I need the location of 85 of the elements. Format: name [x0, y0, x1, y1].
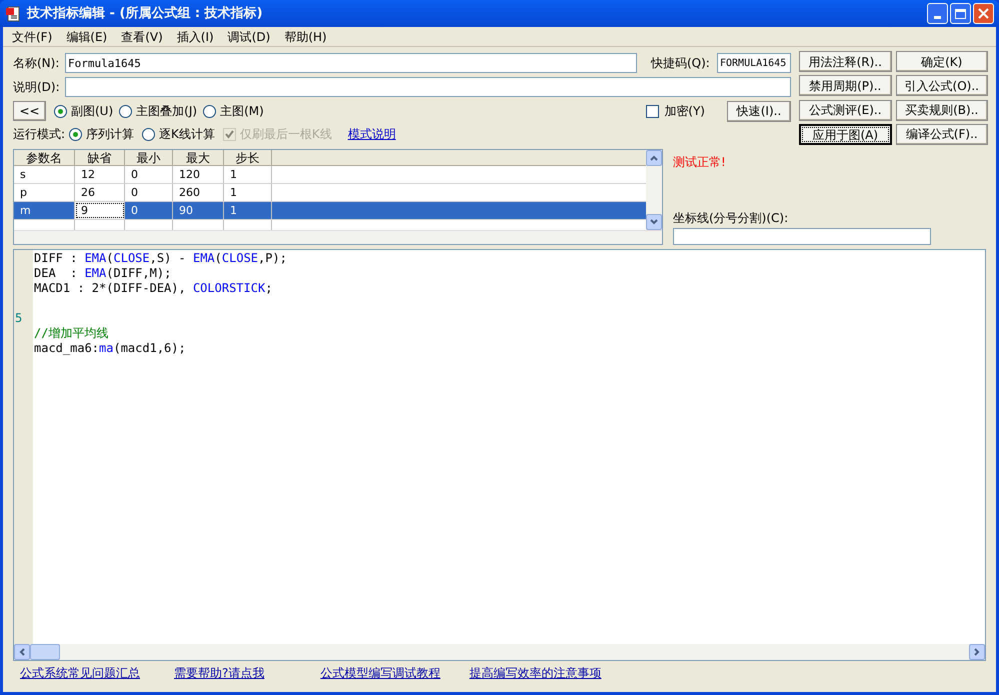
code-line: MACD1 : 2*(DIFF-DEA), COLORSTICK;: [34, 281, 274, 296]
collapse-button[interactable]: <<: [13, 101, 46, 121]
table-cell: 12: [75, 166, 125, 183]
radio-button[interactable]: [54, 104, 67, 118]
table-cell: 260: [173, 184, 224, 201]
table-cell: 1: [224, 202, 272, 219]
code-line: DEA : EMA(DIFF,M);: [34, 266, 172, 281]
table-cell: 120: [173, 166, 224, 183]
radio-label: 序列计算: [86, 126, 134, 143]
help-link[interactable]: 需要帮助?请点我: [174, 664, 264, 682]
close-button[interactable]: [973, 3, 994, 24]
table-cell: p: [14, 184, 75, 201]
table-cell: s: [14, 166, 75, 183]
radio-button[interactable]: [203, 104, 216, 118]
table-cell: 90: [173, 202, 224, 219]
radio-label: 副图(U): [71, 103, 114, 120]
status-message: 测试正常!: [673, 154, 727, 171]
table-cell: 0: [125, 184, 173, 201]
axis-label: 坐标线(分号分割)(C):: [673, 210, 790, 227]
description-label: 说明(D):: [13, 79, 61, 96]
action-button[interactable]: 确定(K): [896, 51, 988, 72]
scroll-thumb[interactable]: [30, 644, 60, 660]
checkbox-label: 仅刷最后一根K线: [240, 126, 332, 143]
help-link[interactable]: 提高编写效率的注意事项: [469, 664, 602, 682]
horizontal-scrollbar[interactable]: [14, 230, 662, 244]
action-button[interactable]: 用法注释(R)..: [799, 51, 892, 72]
menu-item[interactable]: 文件(F): [5, 28, 60, 46]
run-mode-label: 运行模式:: [13, 126, 66, 143]
table-cell: 9: [75, 202, 125, 219]
help-link[interactable]: 公式模型编写调试教程: [320, 664, 440, 682]
action-button[interactable]: 公式测评(E)..: [799, 100, 892, 120]
table-cell: 0: [125, 202, 173, 219]
radio-button[interactable]: [142, 128, 156, 140]
column-header[interactable]: 参数名: [14, 150, 75, 165]
horizontal-scrollbar[interactable]: [14, 644, 985, 660]
menu-item[interactable]: 插入(I): [170, 28, 221, 46]
menu-item[interactable]: 调试(D): [220, 28, 278, 46]
name-label: 名称(N):: [13, 55, 60, 72]
encrypt-checkbox[interactable]: [646, 104, 660, 118]
column-header[interactable]: 最小: [125, 150, 173, 165]
mode-help-link[interactable]: 模式说明: [348, 125, 396, 143]
axis-input[interactable]: [673, 228, 931, 245]
maximize-button[interactable]: [950, 3, 971, 24]
scroll-right-button[interactable]: [969, 644, 985, 660]
table-cell: 26: [75, 184, 125, 201]
menu-item[interactable]: 查看(V): [114, 28, 170, 46]
shortcut-input[interactable]: FORMULA1645: [717, 53, 791, 73]
menu-item[interactable]: 帮助(H): [277, 28, 334, 46]
name-input[interactable]: Formula1645: [65, 53, 637, 73]
code-line: //增加平均线: [34, 326, 110, 341]
encrypt-label: 加密(Y): [664, 103, 705, 120]
action-button[interactable]: 买卖规则(B)..: [896, 100, 988, 120]
action-button[interactable]: 编译公式(F)..: [896, 124, 988, 145]
column-header[interactable]: 最大: [173, 150, 224, 165]
scroll-down-button[interactable]: [646, 214, 662, 230]
column-header[interactable]: 缺省: [75, 150, 125, 165]
table-cell: 0: [125, 166, 173, 183]
code-line: macd_ma6:ma(macd1,6);: [34, 341, 187, 356]
table-cell: 1: [224, 166, 272, 183]
menu-item[interactable]: 编辑(E): [59, 28, 114, 46]
action-button[interactable]: 应用于图(A): [799, 124, 892, 145]
shortcut-label: 快捷码(Q):: [651, 55, 711, 72]
window-title: 技术指标编辑 - (所属公式组 : 技术指标): [27, 4, 263, 23]
vertical-scrollbar[interactable]: [646, 150, 662, 230]
minimize-button[interactable]: [927, 3, 948, 24]
radio-label: 主图叠加(J): [136, 103, 198, 120]
radio-button[interactable]: [69, 128, 82, 140]
quick-button[interactable]: 快速(I)..: [727, 100, 791, 122]
action-button[interactable]: 引入公式(O)..: [896, 75, 988, 96]
radio-label: 主图(M): [220, 103, 264, 120]
help-link[interactable]: 公式系统常见问题汇总: [20, 664, 140, 682]
table-cell: 1: [224, 184, 272, 201]
close-icon: [978, 8, 989, 19]
radio-button[interactable]: [119, 104, 132, 118]
code-editor[interactable]: 5 DIFF : EMA(CLOSE,S) - EMA(CLOSE,P); DEA : EMA(DIFF,M); MACD1 : 2*(DIFF-DEA), COLORSTICK; //增加平均线 macd_ma6:ma(macd1,6);: [13, 249, 986, 661]
action-button[interactable]: 禁用周期(P)..: [799, 75, 892, 96]
radio-label: 逐K线计算: [159, 126, 215, 143]
selected-row[interactable]: m 9 0 90 1: [14, 202, 646, 220]
code-line: DIFF : EMA(CLOSE,S) - EMA(CLOSE,P);: [34, 251, 288, 266]
document-icon: [5, 6, 21, 22]
scroll-left-button[interactable]: [14, 644, 30, 660]
line-marker: 5: [14, 311, 24, 326]
scroll-up-button[interactable]: [646, 150, 662, 166]
column-header[interactable]: 步长: [224, 150, 272, 165]
description-input[interactable]: [65, 77, 791, 97]
